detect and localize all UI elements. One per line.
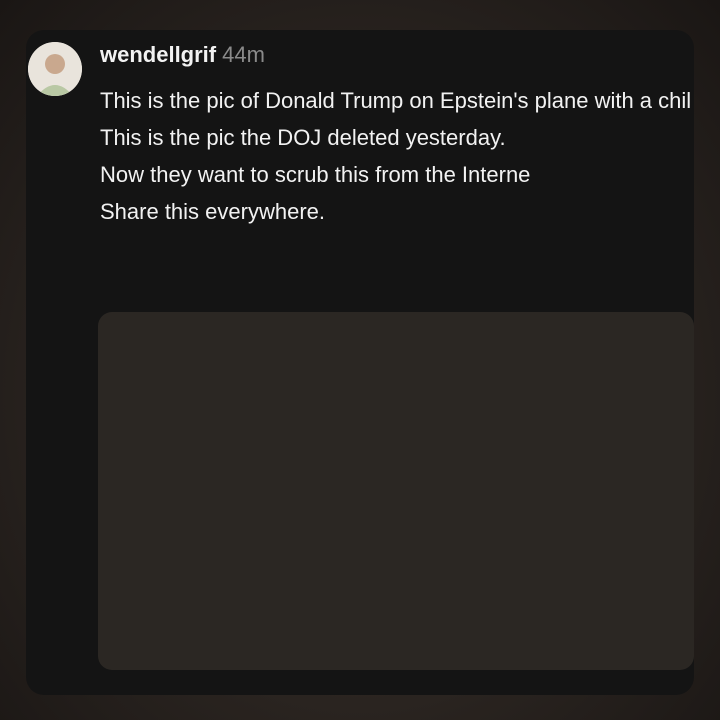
caption-line: Share this everywhere.: [100, 199, 325, 224]
avatar-icon: [28, 42, 82, 96]
username[interactable]: wendellgrif: [100, 42, 216, 67]
post-card: wendellgrif 44m This is the pic of Donald…: [26, 30, 694, 695]
post-caption: This is the pic of Donald Trump on Epste…: [100, 84, 690, 232]
caption-line: Now they want to scrub this from the Int…: [100, 162, 531, 187]
avatar[interactable]: [28, 42, 82, 96]
media-placeholder: [98, 312, 694, 670]
timestamp: 44m: [222, 42, 265, 67]
caption-line: This is the pic the DOJ deleted yesterda…: [100, 125, 506, 150]
caption-line: This is the pic of Donald Trump on Epste…: [100, 88, 690, 113]
post-header: wendellgrif 44m: [100, 42, 265, 68]
